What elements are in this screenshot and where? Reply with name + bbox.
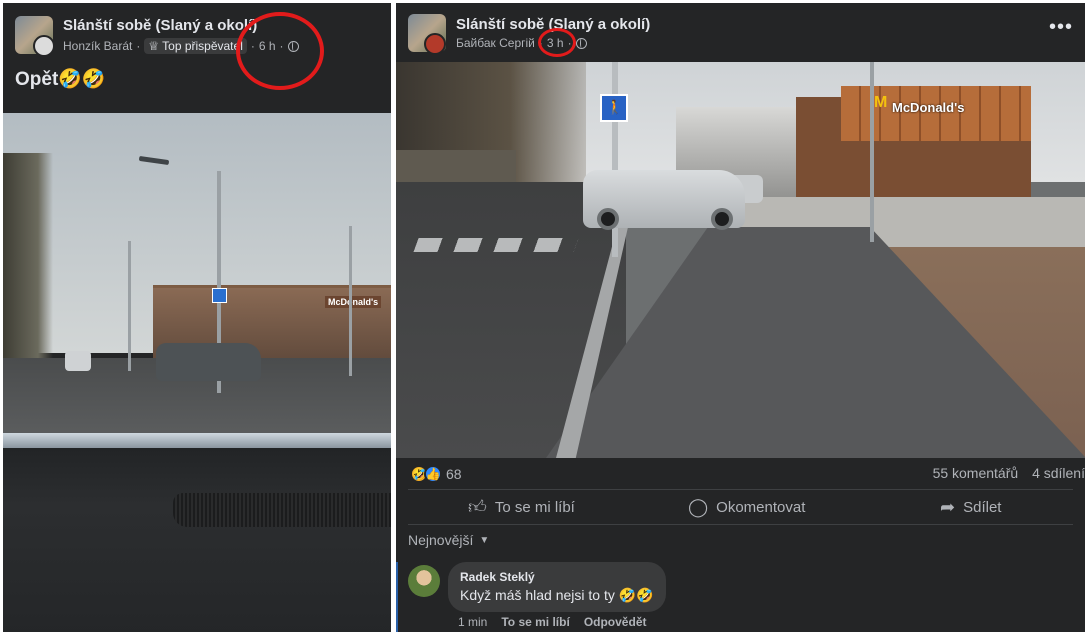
badge-label: Top přispěvatel xyxy=(162,39,243,53)
like-button[interactable]: 👍︎ To se mi líbí xyxy=(468,492,575,522)
photo-zebra-crossing xyxy=(413,238,579,252)
red-annotation-circle xyxy=(538,28,576,57)
photo-lamp-pole xyxy=(128,241,131,371)
author-avatar[interactable] xyxy=(424,33,446,55)
commenter-name[interactable]: Radek Steklý xyxy=(460,570,654,584)
photo-mcdonalds-sign: McDonald's xyxy=(325,296,382,308)
comment-like-link[interactable]: To se mi líbí xyxy=(501,615,569,629)
comment-button[interactable]: ◯ Okomentovat xyxy=(688,492,805,522)
post-photo[interactable]: M McDonald's xyxy=(396,62,1085,458)
divider xyxy=(408,524,1073,525)
photo-car-wheel xyxy=(711,208,733,230)
top-contributor-badge[interactable]: ♕ Top přispěvatel xyxy=(144,38,247,54)
right-post: Slánští sobě (Slaný a okolí) Байбак Серг… xyxy=(396,3,1085,632)
group-name[interactable]: Slánští sobě (Slaný a okolí) xyxy=(63,17,257,34)
comment-reply-link[interactable]: Odpovědět xyxy=(584,615,647,629)
photo-crossing-sign xyxy=(212,288,227,303)
photo-dashboard xyxy=(3,448,391,632)
more-options-icon[interactable]: ••• xyxy=(1049,17,1073,37)
divider xyxy=(408,489,1073,490)
photo-fence xyxy=(396,150,516,186)
share-button-label: Sdílet xyxy=(963,498,1002,516)
comment-button-label: Okomentovat xyxy=(716,498,806,516)
shares-count[interactable]: 4 sdílení xyxy=(1032,465,1085,481)
separator: · xyxy=(136,39,141,53)
reaction-count: 68 xyxy=(446,466,462,482)
photo-car xyxy=(583,170,745,230)
comment-sort-dropdown[interactable]: Nejnovější ▼ xyxy=(408,532,489,548)
photo-trees xyxy=(3,153,53,373)
comment-bubble: Radek Steklý Když máš hlad nejsi to ty 🤣… xyxy=(448,562,666,612)
photo-car-wheel xyxy=(597,208,619,230)
comment-text: Když máš hlad nejsi to ty 🤣🤣 xyxy=(460,587,654,603)
photo-mcdonalds-sign: McDonald's xyxy=(892,100,965,115)
post-text: Opět🤣🤣 xyxy=(15,69,106,90)
red-annotation-circle xyxy=(236,12,324,90)
chevron-down-icon: ▼ xyxy=(479,534,490,546)
comment-time[interactable]: 1 min xyxy=(458,615,487,629)
photo-car-distant xyxy=(65,351,91,371)
photo-lamp-pole xyxy=(349,226,352,376)
author-avatar[interactable] xyxy=(33,35,55,57)
like-button-label: To se mi líbí xyxy=(494,498,575,516)
globe-icon xyxy=(575,37,587,49)
author-name[interactable]: Байбак Сергій xyxy=(456,36,535,50)
badge-icon: ♕ xyxy=(148,39,160,53)
post-stats: 55 komentářů 4 sdílení xyxy=(923,465,1085,481)
thumbs-up-icon: 👍︎ xyxy=(468,497,487,517)
photo-crossing-sign xyxy=(600,94,628,122)
share-arrow-icon: ➦ xyxy=(940,496,956,517)
post-photo[interactable]: McDonald's xyxy=(3,113,391,632)
sort-label: Nejnovější xyxy=(408,532,474,548)
left-post: Slánští sobě (Slaný a okolí) Honzík Bará… xyxy=(3,3,391,632)
photo-dashboard-vent xyxy=(173,493,391,527)
share-button[interactable]: ➦ Sdílet xyxy=(940,492,1001,522)
reaction-summary[interactable]: 🤣 👍 68 xyxy=(410,465,462,483)
comment-thread-line xyxy=(396,562,398,632)
photo-lamp-pole xyxy=(870,62,874,242)
photo-windshield-edge xyxy=(3,433,391,448)
comments-count[interactable]: 55 komentářů xyxy=(933,465,1019,481)
author-name[interactable]: Honzík Barát xyxy=(63,39,132,53)
photo-car xyxy=(156,343,261,381)
comment-meta: 1 min To se mi líbí Odpovědět xyxy=(458,615,646,629)
like-reaction-icon: 👍 xyxy=(424,465,442,483)
commenter-avatar[interactable] xyxy=(408,565,440,597)
photo-mcdonalds-logo: M xyxy=(874,94,888,111)
comment-bubble-icon: ◯ xyxy=(688,496,709,517)
